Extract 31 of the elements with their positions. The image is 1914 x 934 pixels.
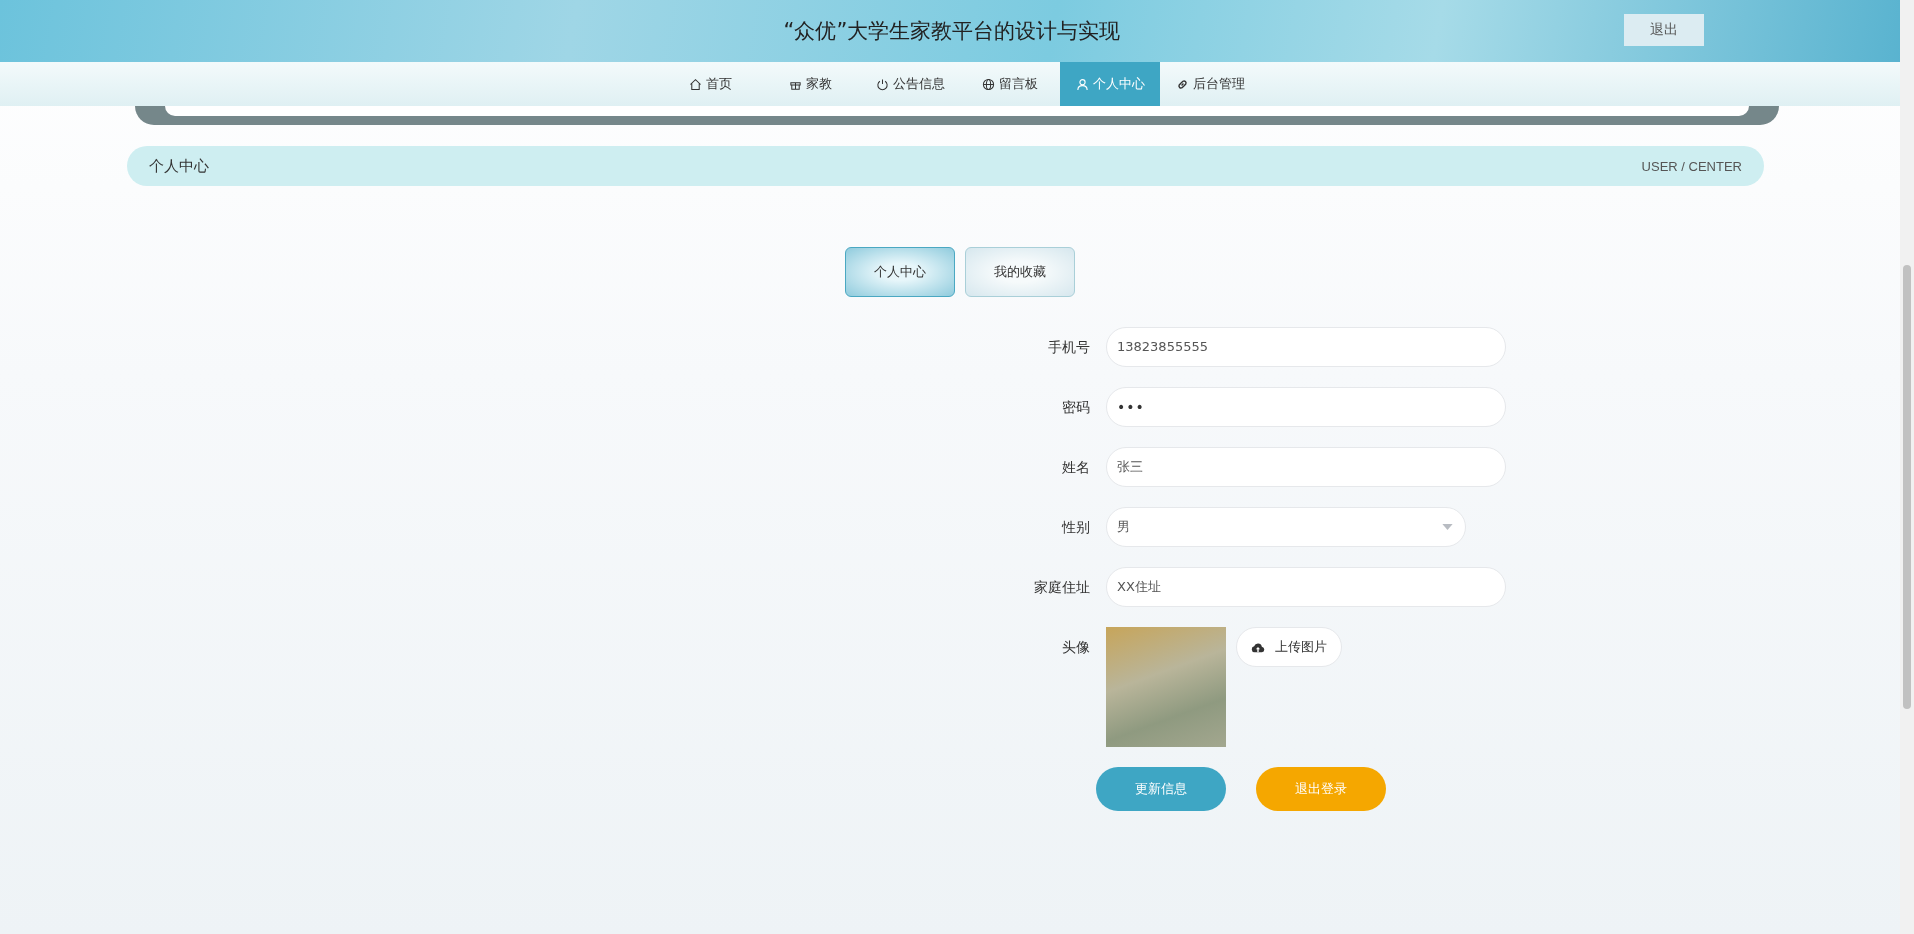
cloud-upload-icon	[1251, 641, 1265, 653]
field-label: 姓名	[1061, 458, 1090, 477]
tab[interactable]: 个人中心	[845, 247, 955, 297]
input-field[interactable]: 13823855555	[1106, 327, 1506, 367]
nav-item[interactable]: 留言板	[960, 62, 1060, 106]
input-field[interactable]: XX住址	[1106, 567, 1506, 607]
home-icon	[688, 77, 702, 91]
field-label: 头像	[1061, 638, 1090, 657]
caret-icon	[1442, 524, 1453, 530]
logout-button[interactable]: 退出	[1624, 14, 1704, 46]
field-label: 手机号	[1047, 338, 1090, 357]
nav-item[interactable]: 首页	[660, 62, 760, 106]
upload-button[interactable]: 上传图片	[1236, 627, 1342, 667]
scrollbar-thumb[interactable]	[1903, 265, 1911, 709]
nav-item[interactable]: 公告信息	[860, 62, 960, 106]
user-icon	[1075, 77, 1089, 91]
power-icon	[875, 77, 889, 91]
password-field[interactable]: •••	[1106, 387, 1506, 427]
link-icon	[1175, 77, 1189, 91]
site-title: “众优”大学生家教平台的设计与实现	[783, 18, 1121, 45]
input-field[interactable]: 张三	[1106, 447, 1506, 487]
nav-item[interactable]: 家教	[760, 62, 860, 106]
tab[interactable]: 我的收藏	[965, 247, 1075, 297]
nav-item[interactable]: 后台管理	[1160, 62, 1260, 106]
field-label: 家庭住址	[1033, 578, 1090, 597]
field-label: 性别	[1060, 518, 1090, 537]
breadcrumb-path: USER / CENTER	[1641, 158, 1742, 174]
select-field[interactable]: 男	[1106, 507, 1466, 547]
breadcrumb-title: 个人中心	[149, 156, 209, 176]
globe-icon	[982, 77, 995, 91]
field-label: 密码	[1061, 398, 1090, 417]
